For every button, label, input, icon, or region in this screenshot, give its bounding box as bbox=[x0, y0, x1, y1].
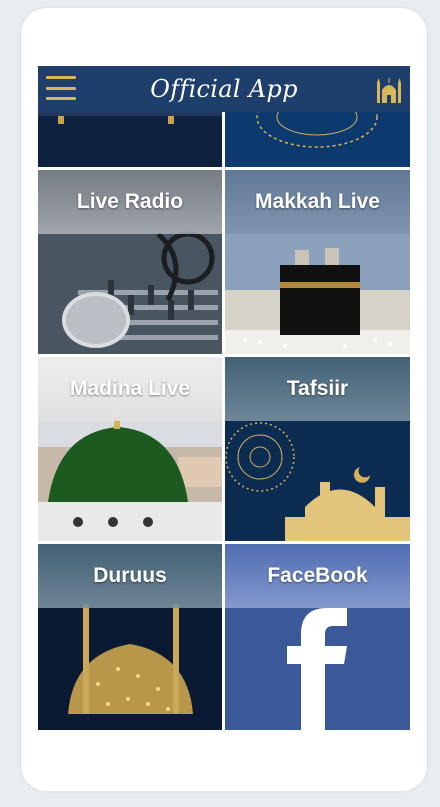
mosque-night-image bbox=[38, 112, 222, 167]
tile-label: Duruus bbox=[38, 544, 222, 608]
tile-madina-live[interactable]: Madina Live bbox=[38, 357, 222, 541]
app-title: Official App bbox=[150, 75, 298, 103]
tile-label: Tafsiir bbox=[225, 357, 410, 421]
tile-label: Madina Live bbox=[38, 357, 222, 421]
tile-makkah-live[interactable]: Makkah Live bbox=[225, 170, 410, 354]
tile-tafsiir[interactable]: Tafsiir bbox=[225, 357, 410, 541]
tile-label: Makkah Live bbox=[225, 170, 410, 234]
tile-label: Live Radio bbox=[38, 170, 222, 234]
tile-partial-right[interactable] bbox=[225, 112, 410, 167]
tile-live-radio[interactable]: Live Radio bbox=[38, 170, 222, 354]
ornament-image bbox=[225, 112, 410, 167]
tile-partial-left[interactable] bbox=[38, 112, 222, 167]
hamburger-menu-icon[interactable] bbox=[46, 76, 76, 100]
tile-duruus[interactable]: Duruus bbox=[38, 544, 222, 730]
mosque-icon[interactable] bbox=[376, 75, 402, 103]
tile-label: FaceBook bbox=[225, 544, 410, 608]
tile-facebook[interactable]: FaceBook bbox=[225, 544, 410, 730]
app-bar: Official App bbox=[38, 66, 410, 112]
tile-grid: Live Radio Makkah Live Madina Live Tafsi… bbox=[38, 112, 410, 730]
